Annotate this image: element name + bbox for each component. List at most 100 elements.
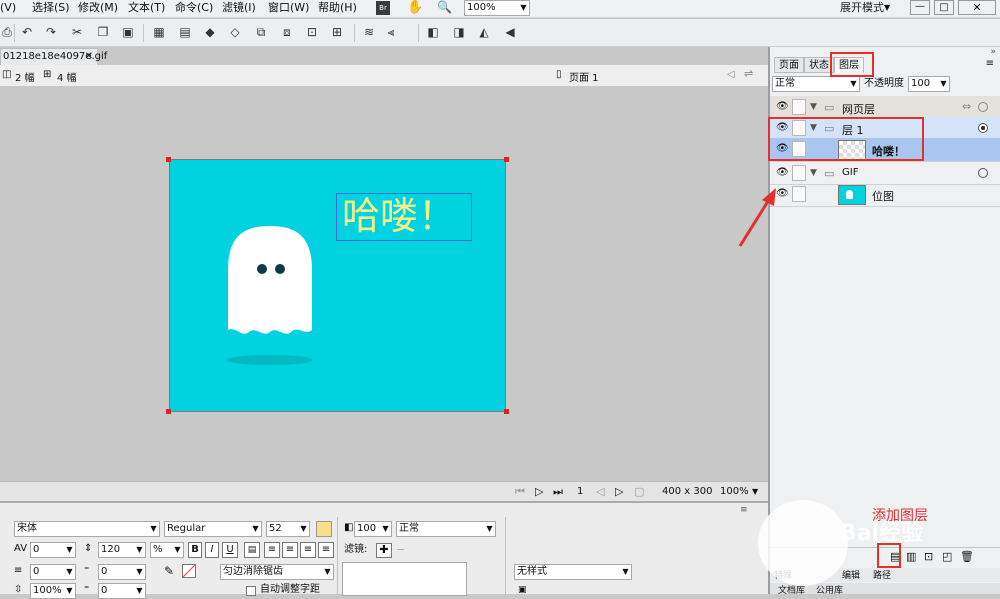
add-filter-button[interactable]: ✚: [376, 543, 392, 558]
eye-icon[interactable]: 👁: [776, 168, 789, 178]
flip-horizontal-icon[interactable]: ◭: [477, 25, 491, 39]
bridge-icon[interactable]: Br: [376, 1, 390, 15]
split-icon[interactable]: ◇: [228, 25, 242, 39]
resize-handle[interactable]: [504, 157, 509, 162]
document-tab[interactable]: 01218e18e4097e.gif ✕: [0, 48, 107, 65]
visibility-circle-icon[interactable]: [978, 168, 988, 178]
collapse-panel-icon[interactable]: »: [990, 47, 996, 57]
opacity-field[interactable]: 100 ▼: [354, 521, 392, 537]
filter-list[interactable]: [342, 562, 467, 596]
menu-window[interactable]: 窗口(W): [268, 1, 309, 15]
zoom-level[interactable]: 100%: [720, 486, 749, 497]
last-frame-icon[interactable]: ⏭: [553, 485, 563, 499]
new-state-icon[interactable]: ⊡: [924, 550, 933, 563]
tab-common-library[interactable]: 公用库: [816, 583, 843, 596]
first-frame-icon[interactable]: ⏮: [515, 485, 525, 499]
close-icon[interactable]: ✕: [85, 49, 93, 64]
lock-toggle[interactable]: [792, 165, 806, 181]
scale-field[interactable]: 100% ▼: [30, 583, 76, 599]
resize-handle[interactable]: [166, 157, 171, 162]
cut-icon[interactable]: ✂: [70, 25, 84, 39]
paste-icon[interactable]: ▣: [121, 25, 135, 39]
leading-field[interactable]: 120 ▼: [98, 542, 146, 558]
redo-icon[interactable]: ↷: [44, 25, 58, 39]
resize-handle[interactable]: [504, 409, 509, 414]
font-size-field[interactable]: 52 ▼: [266, 521, 310, 537]
tab-edit[interactable]: 编辑: [842, 568, 860, 581]
pencil-icon[interactable]: ✎: [164, 564, 174, 578]
prev-frame-icon[interactable]: ◁: [596, 485, 604, 498]
tab-path[interactable]: 路径: [873, 568, 891, 581]
rotate-left-icon[interactable]: ◧: [426, 25, 440, 39]
menu-view[interactable]: (V): [0, 1, 16, 15]
rotate-right-icon[interactable]: ◨: [452, 25, 466, 39]
page-prev-icon[interactable]: ◁: [727, 69, 735, 80]
close-button[interactable]: ✕: [958, 0, 996, 15]
font-style-select[interactable]: Regular ▼: [164, 521, 262, 537]
minimize-button[interactable]: —: [910, 0, 930, 15]
style-select[interactable]: 无样式 ▼: [514, 564, 632, 580]
four-up-icon[interactable]: ⊞: [43, 69, 51, 80]
space-after-field[interactable]: 0 ▼: [98, 583, 146, 599]
leading-unit-select[interactable]: % ▼: [150, 542, 184, 558]
align-center-icon[interactable]: ≡: [282, 542, 298, 558]
menu-command[interactable]: 命令(C): [175, 1, 213, 15]
join-icon[interactable]: ◆: [203, 25, 217, 39]
ghost-illustration[interactable]: [220, 220, 330, 370]
stop-icon[interactable]: ▢: [634, 485, 644, 498]
new-layer-icon[interactable]: ▥: [906, 550, 916, 563]
font-select[interactable]: 宋体 ▼: [14, 521, 160, 537]
arrange-icon[interactable]: ≋: [362, 25, 376, 39]
blend-mode-select[interactable]: 正常 ▼: [396, 521, 496, 537]
lock-toggle[interactable]: [792, 99, 806, 115]
group-icon[interactable]: ▦: [152, 25, 166, 39]
layer-name[interactable]: GIF: [842, 167, 858, 178]
four-up-label[interactable]: 4 幅: [57, 69, 77, 84]
eye-icon[interactable]: 👁: [776, 102, 789, 112]
hand-icon[interactable]: ✋: [407, 0, 423, 15]
punch-icon[interactable]: ⊡: [305, 25, 319, 39]
two-up-label[interactable]: 2 幅: [15, 69, 35, 84]
tab-pages[interactable]: 页面: [774, 57, 804, 73]
copy-icon[interactable]: ❐: [96, 25, 110, 39]
lock-toggle[interactable]: [792, 186, 806, 202]
menu-filter[interactable]: 滤镜(I): [222, 1, 256, 15]
play-icon[interactable]: ▷: [535, 485, 543, 498]
menu-help[interactable]: 帮助(H): [318, 1, 357, 15]
layer-row-gif[interactable]: 👁 ▼ ▭ GIF: [770, 162, 1000, 185]
intersect-icon[interactable]: ⧈: [280, 25, 294, 39]
share-layer-icon[interactable]: ⇔: [962, 100, 971, 113]
chevron-down-icon[interactable]: ▼: [810, 102, 817, 112]
indent-field[interactable]: 0 ▼: [30, 564, 76, 580]
trash-icon[interactable]: 🗑: [960, 550, 974, 563]
menu-text[interactable]: 文本(T): [128, 1, 165, 15]
workspace-menu[interactable]: 展开模式: [840, 1, 884, 15]
auto-kern-checkbox[interactable]: [246, 586, 256, 596]
visibility-circle-icon[interactable]: [978, 102, 988, 112]
canvas-text[interactable]: 哈喽！: [342, 196, 456, 236]
add-mask-icon[interactable]: ◰: [942, 550, 952, 563]
print-icon[interactable]: ⎙: [0, 25, 14, 39]
text-orientation-button[interactable]: ▤: [244, 542, 260, 558]
zoom-icon[interactable]: 🔍: [437, 0, 452, 14]
two-up-icon[interactable]: ◫: [2, 69, 11, 80]
chevron-down-icon[interactable]: ▼: [884, 3, 890, 12]
panel-options-icon[interactable]: ≡: [740, 505, 748, 515]
next-frame-icon[interactable]: ▷: [615, 485, 623, 498]
layer-name[interactable]: 位图: [872, 188, 894, 204]
active-layer-icon[interactable]: [978, 123, 988, 133]
underline-button[interactable]: U: [222, 542, 238, 558]
align-icon[interactable]: ⫷: [384, 25, 398, 39]
menu-select[interactable]: 选择(S): [32, 1, 70, 15]
remove-filter-button[interactable]: −: [396, 543, 405, 556]
layer-name[interactable]: 网页层: [842, 101, 875, 117]
layer-blend-select[interactable]: 正常 ▼: [772, 76, 860, 92]
panel-menu-icon[interactable]: ≡: [986, 58, 994, 69]
zoom-select[interactable]: 100% ▼: [464, 0, 530, 16]
crop-icon[interactable]: ⊞: [330, 25, 344, 39]
antialias-select[interactable]: 匀边消除锯齿 ▼: [220, 564, 334, 580]
text-color-swatch[interactable]: [316, 521, 332, 537]
page-options-icon[interactable]: ⇌: [744, 67, 753, 80]
align-justify-icon[interactable]: ≡: [318, 542, 334, 558]
undo-icon[interactable]: ↶: [20, 25, 34, 39]
